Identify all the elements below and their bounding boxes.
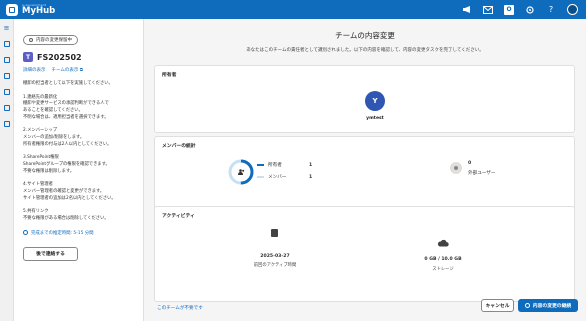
rail-list-icon[interactable] [3, 105, 10, 111]
estimated-time: 完成までの推定時間: 5-15 分間 [23, 230, 134, 236]
page-title: チームの内容変更 [335, 31, 395, 40]
app-logo-icon [6, 3, 18, 16]
instruction-line: 3.SharePoint権限 [23, 155, 59, 161]
owners-label: 所有者 [268, 163, 282, 168]
members-card: メンバーの統計 所有者 1 メンバー 1 0 外部ユーザー [154, 136, 575, 210]
instruction-paragraph: 棚卸の担当者として以下を実施してください。 [23, 81, 134, 88]
activity-card: アクティビティ 2025-03-27 前回のアクティブ時間 0 GB / 10.… [154, 206, 575, 302]
instruction-paragraph: 2.メンバーシップ メンバーの追加/削除をします。 所有者権限の付与は2人以内として… [23, 128, 134, 148]
instruction-line: メンバーの追加/削除をします。 [23, 134, 85, 140]
megaphone-icon[interactable] [462, 5, 472, 15]
instruction-line: 2.メンバーシップ [23, 128, 58, 134]
external-count: 0 [468, 161, 472, 166]
gear-icon[interactable] [525, 5, 535, 15]
continue-button-label: 内容の変更の継続 [532, 304, 572, 309]
instruction-line: 棚卸や変更サービスの承認判断ができる人で [23, 101, 109, 107]
calendar-icon [271, 229, 278, 237]
activity-card-title: アクティビティ [162, 214, 195, 219]
team-id: FS202502 [37, 52, 82, 62]
owner-avatar[interactable]: Y [365, 91, 385, 111]
estimated-time-label: 完成までの推定時間: 5-15 分間 [31, 230, 94, 236]
reply-later-button[interactable]: 後で連絡する [23, 246, 78, 261]
mail-icon[interactable] [483, 5, 493, 15]
instruction-line: メンバー管理者の確認と変更ができます。 [23, 188, 105, 194]
status-badge-label: 内容の変更保留中 [36, 38, 72, 43]
brand[interactable]: e-Government MyHub [6, 2, 56, 16]
rail-link-icon[interactable] [3, 57, 10, 63]
instruction-line: SharePointグループの権限を確認できます。 [23, 161, 110, 167]
rail-settings-icon[interactable] [3, 121, 10, 127]
clock-icon [23, 230, 28, 235]
instruction-line: 5.共有リンク [23, 209, 49, 215]
owners-legend-icon [257, 164, 264, 166]
owner-card: 所有者 Y ymtest [154, 65, 575, 133]
last-active-date: 2025-03-27 [260, 254, 290, 259]
status-dot-icon [29, 38, 33, 42]
members-stat: メンバー 1 [257, 174, 312, 180]
team-not-needed-link[interactable]: このチームが不要です [157, 305, 203, 311]
team-link[interactable]: チームの表示 ⧉ [52, 67, 84, 73]
rail-document-icon[interactable] [3, 89, 10, 95]
owners-count: 1 [309, 162, 313, 168]
rail-people-icon[interactable] [3, 73, 10, 79]
cloud-icon [437, 239, 449, 247]
instruction-paragraph: 5.共有リンク 不要な権限がある場合は削除してください。 [23, 209, 134, 222]
instruction-line: 所有者権限の付与は2人以内としてください。 [23, 141, 112, 147]
external-user-icon [450, 162, 462, 174]
app-name: MyHub [22, 5, 56, 16]
last-active-label: 前回のアクティブ時間 [253, 263, 297, 268]
people-icon [235, 166, 247, 178]
external-label: 外部ユーザー [468, 171, 496, 176]
team-link-label: チームの表示 [51, 68, 79, 73]
members-card-title: メンバーの統計 [162, 144, 196, 149]
user-avatar[interactable] [567, 4, 578, 15]
menu-icon[interactable]: ≡ [3, 25, 11, 32]
teams-icon: T [23, 52, 33, 62]
continue-button[interactable]: 内容の変更の継続 [518, 299, 578, 312]
status-badge: 内容の変更保留中 [23, 35, 78, 45]
instructions: 棚卸の担当者として以下を実施してください。 1.連絡先の最新化 棚卸や変更サービスの… [23, 81, 134, 223]
members-legend-icon [257, 176, 264, 178]
instruction-paragraph: 1.連絡先の最新化 棚卸や変更サービスの承認判断ができる人で あることを確認してくだ… [23, 95, 134, 122]
instruction-line: 4.サイト管理者 [23, 182, 53, 188]
office-icon[interactable]: O [504, 4, 514, 15]
owner-name: ymtest [366, 116, 384, 121]
instruction-line: 不要な権限は削除します。 [23, 168, 75, 174]
help-icon[interactable]: ? [546, 5, 556, 15]
instruction-line: 不要な権限がある場合は削除してください。 [23, 215, 109, 221]
left-rail: ≡ [0, 19, 14, 321]
instruction-line: 不明な場合は、適用担当者を選択できます。 [23, 114, 109, 120]
members-count: 1 [309, 174, 313, 180]
instruction-line: サイト管理者の追加は2名以内としてください。 [23, 195, 116, 201]
check-icon [524, 303, 530, 308]
storage-value: 0 GB / 10.0 GB [424, 257, 462, 262]
task-panel: 内容の変更保留中 T FS202502 詳細の表示 チームの表示 ⧉ 棚卸の担当… [14, 19, 144, 321]
instruction-paragraph: 3.SharePoint権限 SharePointグループの権限を確認できます。不… [23, 155, 134, 175]
owner-card-title: 所有者 [162, 73, 177, 78]
members-label: メンバー [268, 175, 287, 180]
storage-label: ストレージ [432, 267, 454, 272]
cancel-button[interactable]: キャンセル [481, 299, 514, 312]
instruction-line: 棚卸の担当者として以下を実施してください。 [23, 81, 113, 86]
top-bar: e-Government MyHub O ? [0, 0, 586, 19]
details-link[interactable]: 詳細の表示 [23, 67, 46, 73]
owners-stat: 所有者 1 [257, 162, 312, 168]
instruction-line: あることを確認してください。 [23, 107, 83, 113]
page-subtitle: あなたはこのチームの責任者として識別されました。以下の内容を確認して、内容の変更… [246, 48, 484, 53]
rail-home-icon[interactable] [3, 41, 10, 47]
instruction-paragraph: 4.サイト管理者 メンバー管理者の確認と変更ができます。 サイト管理者の追加は2名以… [23, 182, 134, 202]
main-content: チームの内容変更 あなたはこのチームの責任者として識別されました。以下の内容を確… [144, 19, 586, 321]
brand-super: e-Government [22, 2, 47, 7]
